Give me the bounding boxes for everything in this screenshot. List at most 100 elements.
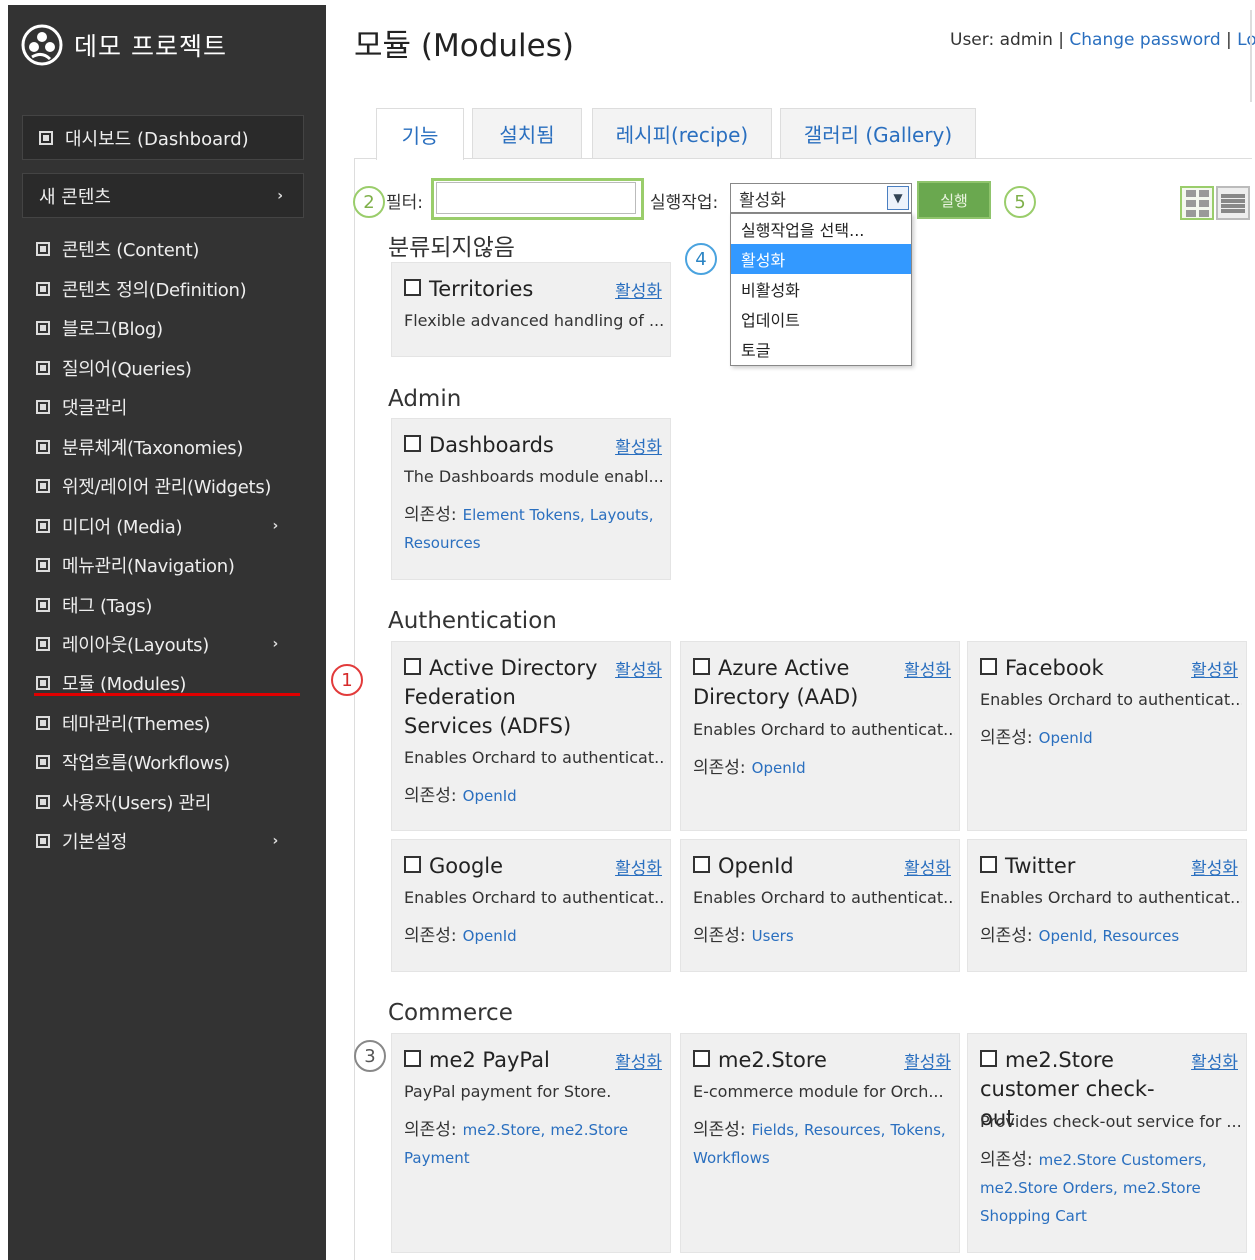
section-title: Commerce bbox=[388, 1000, 513, 1026]
dependency-link[interactable]: me2.Store Customers, bbox=[1039, 1151, 1207, 1169]
dependency-link[interactable]: Fields, bbox=[752, 1121, 799, 1139]
dependencies-label: 의존성: bbox=[693, 926, 746, 946]
module-checkbox[interactable] bbox=[693, 1050, 710, 1067]
enable-link[interactable]: 활성화 bbox=[615, 433, 662, 458]
filter-input[interactable] bbox=[436, 182, 636, 214]
menu-bullet-icon bbox=[36, 795, 50, 809]
tab-features[interactable]: 기능 bbox=[376, 108, 464, 160]
dependency-link[interactable]: Resources bbox=[1103, 927, 1180, 945]
sidebar-item-label: 작업흐름(Workflows) bbox=[62, 753, 230, 774]
action-option[interactable]: 비활성화 bbox=[731, 274, 911, 304]
scrollbar[interactable] bbox=[1250, 10, 1252, 102]
module-checkbox[interactable] bbox=[404, 1050, 421, 1067]
action-option[interactable]: 업데이트 bbox=[731, 304, 911, 334]
module-name: Facebook bbox=[1005, 656, 1104, 680]
dependency-link[interactable]: OpenId bbox=[1039, 729, 1093, 747]
filter-label: 필터: bbox=[386, 193, 424, 213]
enable-link[interactable]: 활성화 bbox=[615, 1048, 662, 1073]
module-checkbox[interactable] bbox=[980, 856, 997, 873]
module-checkbox[interactable] bbox=[404, 279, 421, 296]
dependency-link[interactable]: OpenId, bbox=[1039, 927, 1098, 945]
grid-view-icon[interactable] bbox=[1180, 186, 1214, 220]
chevron-down-icon[interactable]: ▼ bbox=[887, 186, 909, 210]
menu-bullet-icon bbox=[36, 637, 50, 651]
dependency-link[interactable]: Resources bbox=[404, 534, 481, 552]
dependency-link[interactable]: Users bbox=[752, 927, 794, 945]
module-dependencies: 의존성: me2.Store, me2.Store Payment bbox=[404, 1116, 666, 1172]
module-name: me2 PayPal bbox=[429, 1048, 550, 1072]
menu-bullet-icon bbox=[36, 716, 50, 730]
sidebar-item[interactable]: 댓글관리 bbox=[36, 391, 298, 423]
module-name: me2.Store bbox=[718, 1048, 827, 1072]
change-password-link[interactable]: Change password bbox=[1069, 30, 1220, 50]
sidebar-item[interactable]: 콘텐츠 정의(Definition) bbox=[36, 273, 298, 305]
module-card: Dashboards 활성화 The Dashboards module enabl… bbox=[391, 418, 671, 580]
sidebar-item[interactable]: 레이아웃(Layouts) › bbox=[36, 628, 298, 660]
sidebar-item[interactable]: 작업흐름(Workflows) bbox=[36, 746, 298, 778]
dependency-link[interactable]: me2.Store Orders, bbox=[980, 1179, 1118, 1197]
sidebar-item-new-content[interactable]: 새 콘텐츠 › bbox=[22, 173, 304, 218]
sidebar-item[interactable]: 질의어(Queries) bbox=[36, 352, 298, 384]
dependency-link[interactable]: Tokens, bbox=[890, 1121, 945, 1139]
sidebar-item[interactable]: 사용자(Users) 관리 bbox=[36, 786, 298, 818]
menu-bullet-icon bbox=[36, 519, 50, 533]
enable-link[interactable]: 활성화 bbox=[904, 854, 951, 879]
action-select[interactable]: 활성화 ▼ bbox=[730, 183, 912, 213]
dependency-link[interactable]: Resources, bbox=[804, 1121, 885, 1139]
list-view-icon[interactable] bbox=[1216, 186, 1250, 220]
sidebar-item[interactable]: 블로그(Blog) bbox=[36, 312, 298, 344]
module-card: OpenId 활성화 Enables Orchard to authenticat.… bbox=[680, 839, 960, 972]
sidebar-item-dashboard[interactable]: 대시보드 (Dashboard) bbox=[22, 115, 304, 160]
module-title: Facebook bbox=[980, 654, 1178, 683]
module-checkbox[interactable] bbox=[404, 435, 421, 452]
dependency-link[interactable]: Workflows bbox=[693, 1149, 770, 1167]
action-option[interactable]: 실행작업을 선택... bbox=[731, 214, 911, 244]
module-checkbox[interactable] bbox=[404, 658, 421, 675]
sidebar-item[interactable]: 분류체계(Taxonomies) bbox=[36, 431, 298, 463]
sidebar-item[interactable]: 태그 (Tags) bbox=[36, 589, 298, 621]
tab-recipe[interactable]: 레시피(recipe) bbox=[592, 108, 772, 158]
dependency-link[interactable]: OpenId bbox=[463, 927, 517, 945]
dependency-link[interactable]: Layouts, bbox=[590, 506, 654, 524]
enable-link[interactable]: 활성화 bbox=[615, 656, 662, 681]
enable-link[interactable]: 활성화 bbox=[904, 1048, 951, 1073]
action-option[interactable]: 토글 bbox=[731, 334, 911, 364]
tab-gallery[interactable]: 갤러리 (Gallery) bbox=[780, 108, 976, 158]
separator: | bbox=[1058, 30, 1064, 50]
module-checkbox[interactable] bbox=[980, 1050, 997, 1067]
module-checkbox[interactable] bbox=[980, 658, 997, 675]
action-option[interactable]: 활성화 bbox=[731, 244, 911, 274]
enable-link[interactable]: 활성화 bbox=[1191, 1048, 1238, 1073]
sidebar-item[interactable]: 콘텐츠 (Content) bbox=[36, 233, 298, 265]
enable-link[interactable]: 활성화 bbox=[615, 854, 662, 879]
section-title: 분류되지않음 bbox=[388, 235, 515, 261]
sidebar-item[interactable]: 위젯/레이어 관리(Widgets) bbox=[36, 470, 298, 502]
enable-link[interactable]: 활성화 bbox=[1191, 854, 1238, 879]
callout-badge: 2 bbox=[353, 186, 385, 218]
brand[interactable]: 데모 프로젝트 bbox=[20, 23, 227, 67]
dependency-link[interactable]: OpenId bbox=[463, 787, 517, 805]
sidebar-item[interactable]: 미디어 (Media) › bbox=[36, 510, 298, 542]
run-button[interactable]: 실행 bbox=[917, 181, 991, 219]
module-checkbox[interactable] bbox=[404, 856, 421, 873]
dependency-link[interactable]: me2.Store, bbox=[463, 1121, 546, 1139]
dependency-link[interactable]: OpenId bbox=[752, 759, 806, 777]
module-checkbox[interactable] bbox=[693, 658, 710, 675]
sidebar-item[interactable]: 테마관리(Themes) bbox=[36, 707, 298, 739]
sidebar-item[interactable]: 기본설정 › bbox=[36, 825, 298, 857]
sidebar-item-label: 블로그(Blog) bbox=[62, 319, 163, 340]
user-name: User: admin bbox=[950, 30, 1053, 50]
enable-link[interactable]: 활성화 bbox=[904, 656, 951, 681]
logout-link[interactable]: Lo bbox=[1237, 30, 1255, 50]
module-description: Enables Orchard to authenticat... bbox=[693, 888, 955, 907]
module-checkbox[interactable] bbox=[693, 856, 710, 873]
dependencies-label: 의존성: bbox=[980, 926, 1033, 946]
sidebar-item-label: 분류체계(Taxonomies) bbox=[62, 438, 244, 459]
enable-link[interactable]: 활성화 bbox=[1191, 656, 1238, 681]
sidebar-item[interactable]: 메뉴관리(Navigation) bbox=[36, 549, 298, 581]
enable-link[interactable]: 활성화 bbox=[615, 277, 662, 302]
module-description: Provides check-out service for ... bbox=[980, 1112, 1242, 1131]
dependency-link[interactable]: Element Tokens, bbox=[463, 506, 585, 524]
module-title: Twitter bbox=[980, 852, 1178, 881]
tab-installed[interactable]: 설치됨 bbox=[472, 108, 582, 158]
